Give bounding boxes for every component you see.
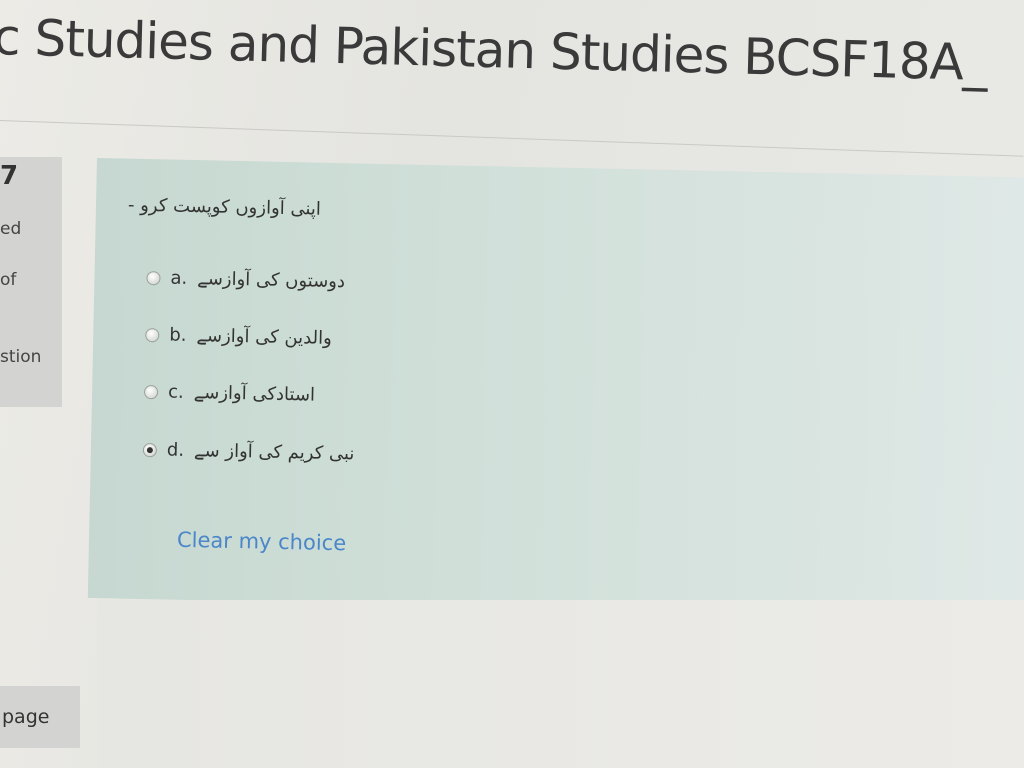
answer-option-a[interactable]: a. دوستوں کی آوازسے	[146, 267, 345, 292]
answer-option-d[interactable]: d. نبی کریم کی آواز سے	[142, 439, 355, 465]
course-title: c Studies and Pakistan Studies BCSF18A_	[0, 8, 988, 93]
answer-text: دوستوں کی آوازسے	[197, 268, 346, 293]
question-box: اپنی آوازوں کوپست کرو - a. دوستوں کی آوا…	[87, 158, 1024, 618]
quiz-page: c Studies and Pakistan Studies BCSF18A_ …	[0, 0, 1024, 768]
navigation-button[interactable]: page	[0, 686, 80, 748]
content-background	[97, 600, 1024, 768]
clear-choice-link[interactable]: Clear my choice	[177, 528, 347, 556]
answer-text: نبی کریم کی آواز سے	[193, 440, 355, 465]
title-divider	[0, 120, 1024, 157]
question-text: اپنی آوازوں کوپست کرو -	[127, 194, 322, 220]
answer-option-b[interactable]: b. والدین کی آوازسے	[145, 324, 332, 349]
answer-option-c[interactable]: c. استادکی آوازسے	[143, 381, 316, 406]
radio-button[interactable]	[145, 327, 160, 342]
radio-button[interactable]	[146, 270, 161, 285]
answer-text: والدین کی آوازسے	[196, 325, 333, 349]
flag-question[interactable]: stion	[0, 347, 41, 367]
question-marks: of	[0, 270, 17, 290]
answer-text: استادکی آوازسے	[193, 382, 316, 406]
answer-letter: a.	[170, 267, 188, 289]
answer-letter: d.	[166, 439, 185, 461]
nav-label: page	[2, 706, 50, 728]
answer-letter: c.	[167, 381, 184, 403]
question-info-panel: 7 ed of stion	[0, 157, 62, 407]
radio-button-selected[interactable]	[142, 442, 158, 457]
answer-letter: b.	[169, 324, 187, 346]
question-status: ed	[0, 219, 22, 239]
radio-button[interactable]	[143, 384, 159, 399]
question-number: 7	[0, 161, 19, 191]
